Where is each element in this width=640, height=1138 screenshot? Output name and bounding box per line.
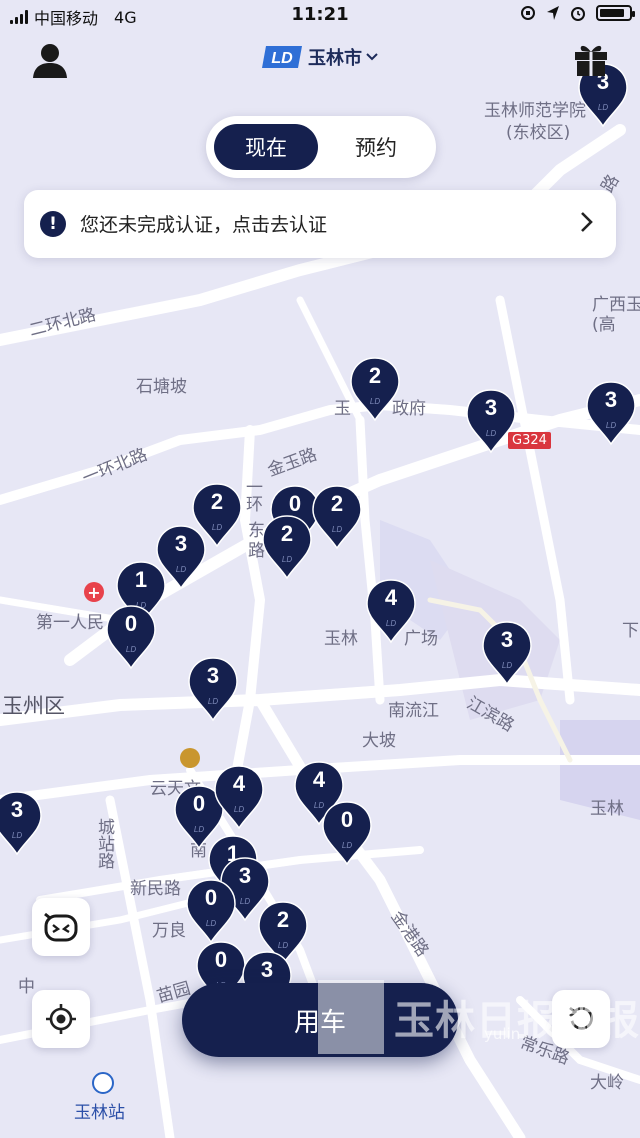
map-label-nanliu: 南流江 xyxy=(388,701,439,721)
map-label-zhong: 中 xyxy=(18,977,35,997)
pin-count: 3 xyxy=(484,395,498,420)
map-label-first-hosp: 第一人民 xyxy=(36,613,104,633)
svg-text:LD: LD xyxy=(278,941,288,950)
robot-chat-icon xyxy=(44,912,78,942)
map-label-wanliang: 万良 xyxy=(152,921,186,941)
pin-count: 2 xyxy=(210,489,224,514)
pin-count: 2 xyxy=(330,491,344,516)
alarm-icon xyxy=(571,7,585,21)
location-arrow-icon xyxy=(547,6,559,20)
svg-text:LD: LD xyxy=(240,897,250,906)
pin-count: 4 xyxy=(384,585,398,610)
locate-icon xyxy=(46,1004,76,1034)
brand-logo: LD xyxy=(262,46,302,68)
pin-count: 0 xyxy=(340,807,354,832)
map-label-yuzhou: 玉州区 xyxy=(2,694,65,718)
pin-count: 1 xyxy=(134,567,148,592)
train-station-icon xyxy=(92,1072,114,1094)
map-label-daling: 大岭 xyxy=(590,1073,624,1093)
pin-count: 3 xyxy=(604,387,618,412)
svg-text:LD: LD xyxy=(598,103,608,112)
battery-icon xyxy=(596,5,635,21)
chevron-down-icon xyxy=(366,53,378,61)
watermark-logo xyxy=(318,980,384,1054)
pin-count: 3 xyxy=(206,663,220,688)
svg-text:LD: LD xyxy=(386,619,396,628)
top-bar: LD 玉林市 xyxy=(0,34,640,86)
vehicle-pin[interactable]: LD 3 xyxy=(480,620,534,686)
map-label-yulin-right: 玉林 xyxy=(590,799,624,819)
city-selector[interactable]: LD 玉林市 xyxy=(0,44,640,70)
gift-icon[interactable] xyxy=(572,40,610,78)
pin-count: 3 xyxy=(500,627,514,652)
map-label-dapo: 大坡 xyxy=(362,731,396,751)
svg-text:LD: LD xyxy=(606,421,616,430)
pin-count: 4 xyxy=(312,767,326,792)
vehicle-pin[interactable]: LD 3 xyxy=(0,790,44,856)
svg-text:LD: LD xyxy=(342,841,352,850)
svg-text:LD: LD xyxy=(212,523,222,532)
pin-count: 2 xyxy=(280,521,294,546)
pin-count: 4 xyxy=(232,771,246,796)
verification-banner[interactable]: ! 您还未完成认证，点击去认证 xyxy=(24,190,616,258)
city-label: 玉林市 xyxy=(308,48,362,69)
tab-now[interactable]: 现在 xyxy=(214,124,318,170)
vehicle-pin[interactable]: LD 2 xyxy=(348,356,402,422)
svg-text:LD: LD xyxy=(126,645,136,654)
watermark: 玉林日报微报 xyxy=(318,978,640,1056)
svg-text:LD: LD xyxy=(282,555,292,564)
vehicle-pin[interactable]: LD 2 xyxy=(310,484,364,550)
locate-button[interactable] xyxy=(32,990,90,1048)
pin-count: 2 xyxy=(276,907,290,932)
svg-text:LD: LD xyxy=(206,919,216,928)
svg-text:LD: LD xyxy=(502,661,512,670)
pin-count: 0 xyxy=(124,611,138,636)
verification-message: 您还未完成认证，点击去认证 xyxy=(80,214,328,236)
rotation-lock-icon xyxy=(521,6,535,20)
hospital-icon: + xyxy=(84,582,104,602)
vehicle-pin[interactable]: LD 0 xyxy=(104,604,158,670)
exclamation-icon: ! xyxy=(40,211,66,237)
vehicle-pin[interactable]: LD 0 xyxy=(184,878,238,944)
svg-text:LD: LD xyxy=(271,50,293,67)
svg-text:LD: LD xyxy=(486,429,496,438)
vehicle-pin[interactable]: LD 3 xyxy=(186,656,240,722)
status-bar: 中国移动 4G 11:21 xyxy=(0,0,640,34)
mode-toggle: 现在 预约 xyxy=(206,116,436,178)
pin-count: 3 xyxy=(10,797,24,822)
svg-text:LD: LD xyxy=(234,805,244,814)
map-label-xia: 下 xyxy=(622,621,639,641)
vehicle-pin[interactable]: LD 4 xyxy=(212,764,266,830)
vehicle-pin[interactable]: LD 2 xyxy=(260,514,314,580)
vehicle-pin[interactable]: LD 3 xyxy=(464,388,518,454)
svg-text:LD: LD xyxy=(194,825,204,834)
robot-chat-button[interactable] xyxy=(32,898,90,956)
pin-count: 2 xyxy=(368,363,382,388)
map-label-gx-b: (高 xyxy=(592,315,616,335)
svg-text:LD: LD xyxy=(370,397,380,406)
pin-count: 0 xyxy=(204,885,218,910)
vehicle-pin[interactable]: LD 4 xyxy=(364,578,418,644)
museum-icon xyxy=(180,748,200,768)
svg-text:LD: LD xyxy=(12,831,22,840)
map-label-xinmin: 新民路 xyxy=(130,879,181,899)
svg-text:LD: LD xyxy=(208,697,218,706)
tab-reserve[interactable]: 预约 xyxy=(324,124,428,170)
map-label-square-a: 玉林 xyxy=(324,629,358,649)
map-label-shitangpo: 石塘坡 xyxy=(136,377,187,397)
map-label-chengzhan: 城站路 xyxy=(94,818,114,869)
vehicle-pin[interactable]: LD 3 xyxy=(584,380,638,446)
chevron-right-icon xyxy=(581,212,593,232)
svg-text:LD: LD xyxy=(176,565,186,574)
map-label-station: 玉林站 xyxy=(74,1103,125,1123)
watermark-sub: yulin xyxy=(484,1025,521,1043)
svg-text:LD: LD xyxy=(332,525,342,534)
pin-count: 3 xyxy=(260,957,274,982)
pin-count: 3 xyxy=(174,531,188,556)
map-label-campus-sub: (东校区) xyxy=(506,123,571,143)
vehicle-pin[interactable]: LD 0 xyxy=(320,800,374,866)
